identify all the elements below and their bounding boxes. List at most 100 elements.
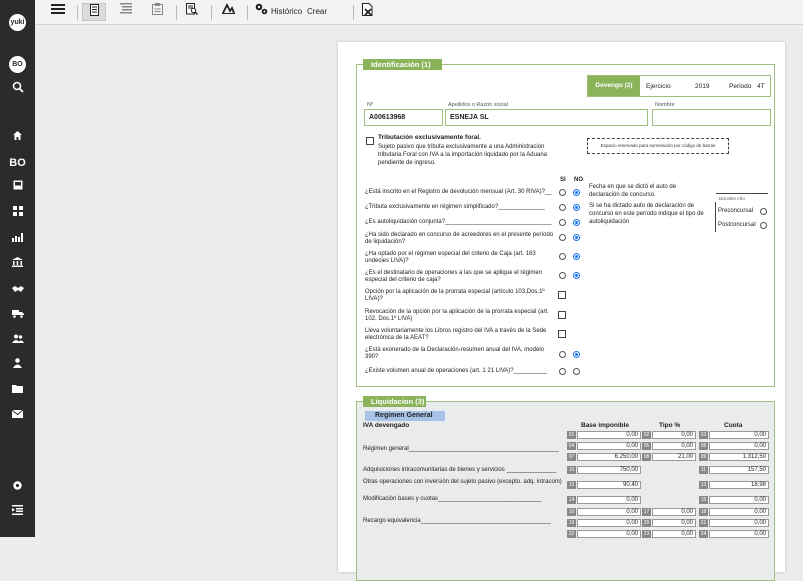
base-imponible-07[interactable]: 6.250,00 <box>577 453 641 461</box>
base-imponible-10[interactable]: 750,00 <box>577 466 641 474</box>
dia-mes-anio-label: Día Mes Año <box>719 196 745 201</box>
chart-icon[interactable] <box>0 232 35 246</box>
ejercicio-value[interactable]: 2019 <box>695 83 709 91</box>
base-imponible-19[interactable]: 0,00 <box>577 519 641 527</box>
nif-field[interactable]: A00613968 <box>364 109 443 126</box>
cuota-21[interactable]: 0,00 <box>709 519 769 527</box>
barcode-reserved-box: Espacio reservado para numeración por có… <box>587 138 729 154</box>
question-7-checkbox[interactable] <box>558 291 566 299</box>
nombre-label: Nombre <box>655 102 675 108</box>
sidebar: yuki BO BO <box>0 0 35 537</box>
box-number-15: 15 <box>699 496 708 504</box>
cuota-18[interactable]: 0,00 <box>709 508 769 516</box>
base-imponible-12[interactable]: 90,40 <box>577 481 641 489</box>
question-1: ¿Está inscrito en el Registro de devoluc… <box>365 189 552 195</box>
ejercicio-label: Ejercicio <box>646 83 671 90</box>
question-4-no-radio[interactable] <box>573 234 580 241</box>
person-icon[interactable] <box>0 358 35 372</box>
question-9-checkbox[interactable] <box>558 330 566 338</box>
dictado-auto-text: Si se ha dictado auto de declaración de … <box>589 203 704 225</box>
tributacion-foral-checkbox[interactable] <box>366 137 374 145</box>
tipo-05[interactable]: 0,00 <box>652 442 696 450</box>
handshake-icon[interactable] <box>0 283 35 297</box>
question-3-si-radio[interactable] <box>559 219 566 226</box>
preconcursal-radio[interactable] <box>760 208 767 215</box>
collapse-menu-icon[interactable] <box>0 505 35 519</box>
crear-archivo-button[interactable]: Crear Archivo <box>307 3 349 34</box>
tipo-20[interactable]: 0,00 <box>652 519 696 527</box>
question-2-no-radio[interactable] <box>573 204 580 211</box>
iva-devengado-label: IVA devengado <box>363 422 410 429</box>
signature-icon[interactable] <box>219 2 237 21</box>
box-number-20: 20 <box>642 519 651 527</box>
base-imponible-04[interactable]: 0,00 <box>577 442 641 450</box>
cuota-11[interactable]: 157,50 <box>709 466 769 474</box>
question-1-no-radio[interactable] <box>573 189 580 196</box>
question-6-no-radio[interactable] <box>573 272 580 279</box>
liquidacion-title: Liquidacion (3) <box>363 396 426 407</box>
postconcursal-radio[interactable] <box>760 222 767 229</box>
base-imponible-01[interactable]: 0,00 <box>577 431 641 439</box>
cuota-03[interactable]: 0,00 <box>709 431 769 439</box>
document-search-icon[interactable] <box>183 3 201 21</box>
question-11-si-radio[interactable] <box>559 368 566 375</box>
box-number-08: 08 <box>642 453 651 461</box>
hamburger-menu-icon[interactable] <box>49 3 67 21</box>
document-workarea: Identificación (1) Devengo (2) Ejercicio… <box>35 25 803 581</box>
search-icon[interactable] <box>0 81 35 97</box>
question-6: ¿Es el destinatario de operaciones a las… <box>365 270 543 283</box>
sidebar-item-bo[interactable]: BO <box>0 156 35 170</box>
bank-icon[interactable] <box>0 257 35 271</box>
question-4-si-radio[interactable] <box>559 234 566 241</box>
tipo-02[interactable]: 0,00 <box>652 431 696 439</box>
history-gears-icon[interactable] <box>254 3 268 21</box>
fecha-auto-text: Fecha en que se dictó el auto de declara… <box>589 184 677 198</box>
box-number-13: 13 <box>699 481 708 489</box>
questions-list: ¿Está inscrito en el Registro de devoluc… <box>365 183 591 383</box>
user-avatar[interactable]: BO <box>9 56 26 73</box>
question-10-no-radio[interactable] <box>573 351 580 358</box>
base-imponible-16[interactable]: 0,00 <box>577 508 641 516</box>
truck-icon[interactable] <box>0 308 35 322</box>
question-5-si-radio[interactable] <box>559 253 566 260</box>
cuota-13[interactable]: 18,98 <box>709 481 769 489</box>
cuota-15[interactable]: 0,00 <box>709 496 769 504</box>
app-logo[interactable]: yuki <box>9 14 26 31</box>
cuota-06[interactable]: 0,00 <box>709 442 769 450</box>
razon-social-field[interactable]: ESNEJA SL <box>445 109 648 126</box>
gear-icon[interactable] <box>0 480 35 495</box>
question-10-si-radio[interactable] <box>559 351 566 358</box>
inbox-icon[interactable] <box>0 180 35 194</box>
clipboard-icon[interactable] <box>148 3 166 21</box>
cuota-09[interactable]: 1.312,50 <box>709 453 769 461</box>
box-number-02: 02 <box>642 431 651 439</box>
document-view-icon[interactable] <box>82 3 106 21</box>
delete-file-icon[interactable] <box>360 3 376 21</box>
modificacion-label: Modificación bases y cuotas_____________… <box>363 496 542 502</box>
question-3-no-radio[interactable] <box>573 219 580 226</box>
mail-icon[interactable] <box>0 408 35 422</box>
historico-button[interactable]: Histórico <box>271 3 302 21</box>
question-2-si-radio[interactable] <box>559 204 566 211</box>
list-view-icon[interactable] <box>117 3 135 21</box>
dashboard-icon[interactable] <box>0 206 35 220</box>
question-8-checkbox[interactable] <box>558 311 566 319</box>
base-imponible-14[interactable]: 0,00 <box>577 496 641 504</box>
toolbar-separator <box>176 5 177 20</box>
users-icon[interactable] <box>0 333 35 347</box>
question-6-si-radio[interactable] <box>559 272 566 279</box>
question-1-si-radio[interactable] <box>559 189 566 196</box>
folder-icon[interactable] <box>0 383 35 397</box>
toolbar-separator <box>211 5 212 20</box>
regimen-general-header: Regimen General <box>365 411 445 421</box>
periodo-value[interactable]: 4T <box>757 83 765 91</box>
question-2: ¿Tributa exclusivamente en régimen simpl… <box>365 204 545 210</box>
nombre-field[interactable] <box>652 109 771 126</box>
home-icon[interactable] <box>0 130 35 145</box>
question-11-no-radio[interactable] <box>573 368 580 375</box>
question-5-no-radio[interactable] <box>573 253 580 260</box>
tipo-08[interactable]: 21,00 <box>652 453 696 461</box>
tipo-17[interactable]: 0,00 <box>652 508 696 516</box>
box-number-17: 17 <box>642 508 651 516</box>
concurso-divider <box>715 202 716 232</box>
